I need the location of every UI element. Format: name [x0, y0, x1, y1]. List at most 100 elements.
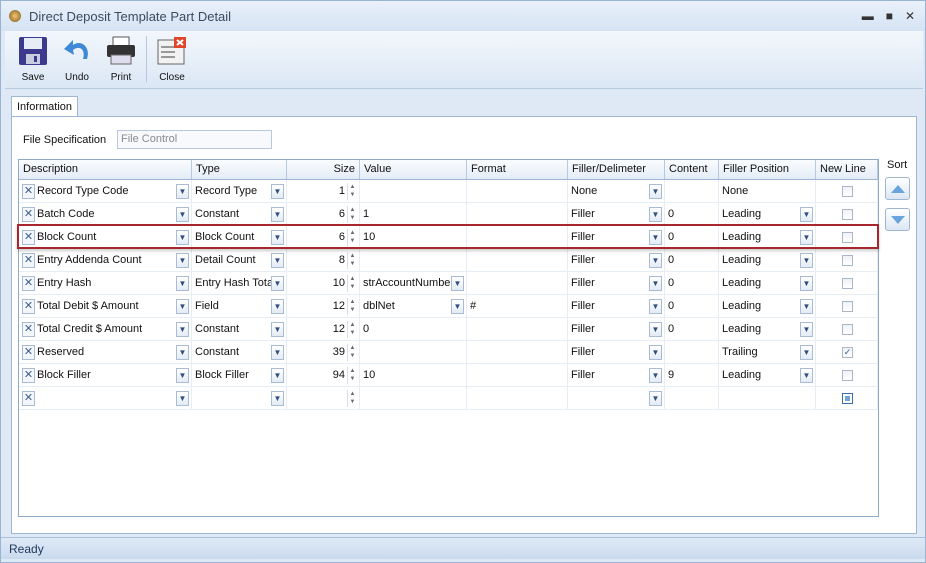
- cell-filler[interactable]: None ▼: [568, 180, 665, 203]
- cell-description[interactable]: Entry Hash ✕ ▼: [19, 272, 192, 295]
- new-line-checkbox[interactable]: [842, 324, 853, 335]
- tab-information[interactable]: Information: [11, 96, 79, 117]
- spinner-arrows-icon[interactable]: ▲ ▼: [347, 275, 357, 292]
- delete-row-icon[interactable]: ✕: [22, 184, 35, 199]
- cell-new-line[interactable]: [816, 364, 878, 387]
- chevron-down-icon[interactable]: ▼: [800, 299, 813, 314]
- chevron-down-icon[interactable]: ▼: [271, 184, 284, 199]
- cell-position[interactable]: Leading ▼: [719, 226, 816, 249]
- sort-up-button[interactable]: [885, 177, 910, 200]
- spinner-arrows-icon[interactable]: ▲ ▼: [347, 344, 357, 361]
- column-header-size[interactable]: Size: [287, 160, 360, 180]
- cell-type[interactable]: Entry Hash Total ▼: [192, 272, 287, 295]
- delete-row-icon[interactable]: ✕: [22, 299, 35, 314]
- new-line-checkbox[interactable]: [842, 186, 853, 197]
- table-row[interactable]: Block Filler ✕ ▼ Block Filler ▼ 94 ▲ ▼ 10 Filler ▼…: [19, 364, 878, 387]
- cell-description[interactable]: Block Filler ✕ ▼: [19, 364, 192, 387]
- table-row[interactable]: Block Count ✕ ▼ Block Count ▼ 6 ▲ ▼ 10 Filler ▼ 0 Le…: [19, 226, 878, 249]
- cell-position[interactable]: Trailing ▼: [719, 341, 816, 364]
- delete-row-icon[interactable]: ✕: [22, 207, 35, 222]
- cell-description[interactable]: Record Type Code ✕ ▼: [19, 180, 192, 203]
- cell-new-line[interactable]: [816, 387, 878, 410]
- table-row[interactable]: Total Credit $ Amount ✕ ▼ Constant ▼ 12 ▲ ▼ 0 Fil…: [19, 318, 878, 341]
- chevron-down-icon[interactable]: ▼: [176, 207, 189, 222]
- chevron-down-icon[interactable]: ▼: [271, 253, 284, 268]
- chevron-down-icon[interactable]: ▼: [271, 230, 284, 245]
- cell-size[interactable]: 6 ▲ ▼: [287, 226, 360, 249]
- cell-value[interactable]: 1: [360, 203, 467, 226]
- cell-new-line[interactable]: [816, 318, 878, 341]
- cell-content[interactable]: 0: [665, 203, 719, 226]
- cell-value[interactable]: [360, 180, 467, 203]
- spinner-arrows-icon[interactable]: ▲ ▼: [347, 367, 357, 384]
- cell-position[interactable]: None: [719, 180, 816, 203]
- cell-new-line[interactable]: [816, 180, 878, 203]
- new-line-checkbox[interactable]: ✓: [842, 347, 853, 358]
- delete-row-icon[interactable]: ✕: [22, 391, 35, 406]
- cell-size[interactable]: 94 ▲ ▼: [287, 364, 360, 387]
- new-line-checkbox[interactable]: [842, 255, 853, 266]
- cell-filler[interactable]: Filler ▼: [568, 226, 665, 249]
- cell-content[interactable]: [665, 387, 719, 410]
- cell-description[interactable]: Block Count ✕ ▼: [19, 226, 192, 249]
- cell-new-line[interactable]: ✓: [816, 341, 878, 364]
- cell-size[interactable]: 10 ▲ ▼: [287, 272, 360, 295]
- cell-value[interactable]: dblNet ▼: [360, 295, 467, 318]
- chevron-down-icon[interactable]: ▼: [649, 345, 662, 360]
- chevron-down-icon[interactable]: ▼: [176, 391, 189, 406]
- chevron-down-icon[interactable]: ▼: [451, 276, 464, 291]
- new-line-checkbox[interactable]: [842, 232, 853, 243]
- chevron-down-icon[interactable]: ▼: [176, 184, 189, 199]
- chevron-down-icon[interactable]: ▼: [649, 299, 662, 314]
- cell-filler[interactable]: Filler ▼: [568, 341, 665, 364]
- chevron-down-icon[interactable]: ▼: [176, 322, 189, 337]
- cell-size[interactable]: ▲ ▼: [287, 387, 360, 410]
- chevron-down-icon[interactable]: ▼: [176, 299, 189, 314]
- delete-row-icon[interactable]: ✕: [22, 230, 35, 245]
- cell-content[interactable]: 0: [665, 226, 719, 249]
- cell-format[interactable]: [467, 180, 568, 203]
- table-row[interactable]: Total Debit $ Amount ✕ ▼ Field ▼ 12 ▲ ▼ dblNet ▼ #…: [19, 295, 878, 318]
- cell-type[interactable]: Field ▼: [192, 295, 287, 318]
- chevron-down-icon[interactable]: ▼: [800, 368, 813, 383]
- chevron-down-icon[interactable]: ▼: [271, 207, 284, 222]
- column-header-filler[interactable]: Filler/Delimeter: [568, 160, 665, 180]
- cell-content[interactable]: 9: [665, 364, 719, 387]
- print-button[interactable]: Print: [99, 31, 143, 88]
- save-button[interactable]: Save: [11, 31, 55, 88]
- table-row[interactable]: Batch Code ✕ ▼ Constant ▼ 6 ▲ ▼ 1 Filler ▼ 0 Leading…: [19, 203, 878, 226]
- cell-format[interactable]: [467, 387, 568, 410]
- cell-filler[interactable]: Filler ▼: [568, 203, 665, 226]
- cell-content[interactable]: 0: [665, 295, 719, 318]
- chevron-down-icon[interactable]: ▼: [800, 345, 813, 360]
- cell-size[interactable]: 8 ▲ ▼: [287, 249, 360, 272]
- table-row[interactable]: Entry Hash ✕ ▼ Entry Hash Total ▼ 10 ▲ ▼ strAcco…: [19, 272, 878, 295]
- chevron-down-icon[interactable]: ▼: [649, 184, 662, 199]
- new-line-checkbox[interactable]: [842, 393, 853, 404]
- column-header-position[interactable]: Filler Position: [719, 160, 816, 180]
- cell-content[interactable]: 0: [665, 318, 719, 341]
- cell-description[interactable]: Reserved ✕ ▼: [19, 341, 192, 364]
- close-window-button[interactable]: ✕: [905, 9, 915, 23]
- column-header-description[interactable]: Description: [19, 160, 192, 180]
- new-line-checkbox[interactable]: [842, 209, 853, 220]
- cell-type[interactable]: Block Filler ▼: [192, 364, 287, 387]
- column-header-new-line[interactable]: New Line: [816, 160, 878, 180]
- chevron-down-icon[interactable]: ▼: [649, 207, 662, 222]
- cell-type[interactable]: ▼: [192, 387, 287, 410]
- chevron-down-icon[interactable]: ▼: [271, 276, 284, 291]
- maximize-button[interactable]: ■: [886, 9, 893, 23]
- cell-description[interactable]: Total Credit $ Amount ✕ ▼: [19, 318, 192, 341]
- cell-type[interactable]: Detail Count ▼: [192, 249, 287, 272]
- sort-down-button[interactable]: [885, 208, 910, 231]
- spinner-arrows-icon[interactable]: ▲ ▼: [347, 252, 357, 269]
- spinner-arrows-icon[interactable]: ▲ ▼: [347, 321, 357, 338]
- chevron-down-icon[interactable]: ▼: [649, 322, 662, 337]
- cell-format[interactable]: [467, 341, 568, 364]
- cell-position[interactable]: Leading ▼: [719, 364, 816, 387]
- cell-position[interactable]: Leading ▼: [719, 203, 816, 226]
- cell-format[interactable]: [467, 249, 568, 272]
- column-header-type[interactable]: Type: [192, 160, 287, 180]
- cell-new-line[interactable]: [816, 226, 878, 249]
- new-line-checkbox[interactable]: [842, 278, 853, 289]
